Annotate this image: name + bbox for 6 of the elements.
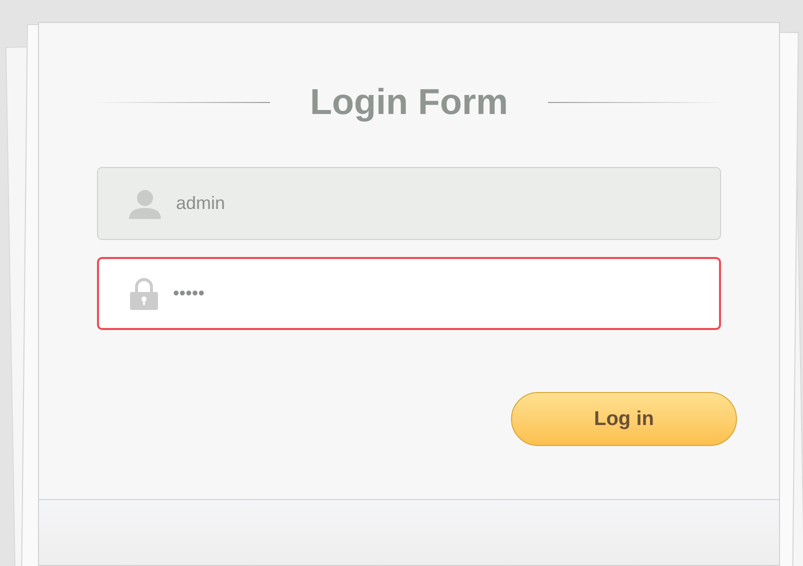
user-icon	[128, 188, 162, 218]
input-field[interactable]: •••••	[97, 257, 721, 330]
input-field[interactable]: admin	[97, 167, 721, 240]
form-title: Login Form	[310, 80, 508, 124]
lock-icon	[129, 278, 159, 310]
login-button[interactable]: Log in	[511, 392, 737, 446]
